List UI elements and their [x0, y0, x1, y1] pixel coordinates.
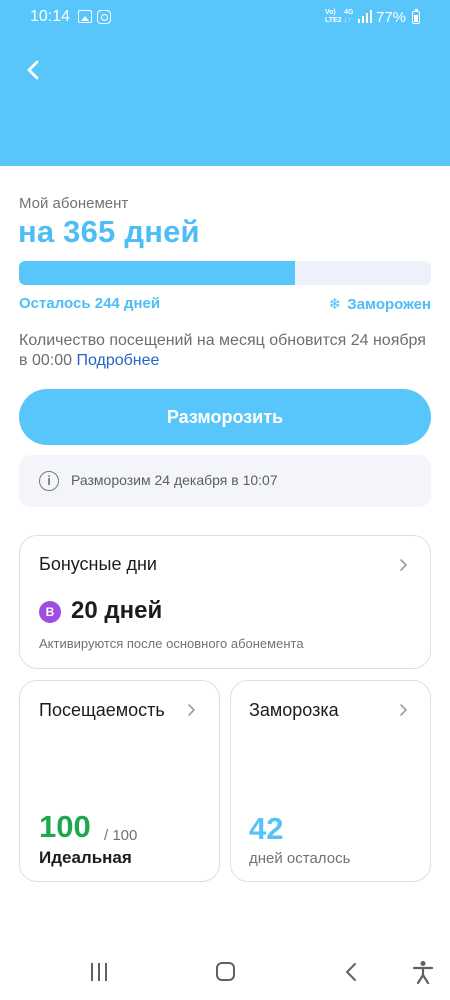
recent-apps-button[interactable]	[90, 963, 110, 981]
unfreeze-button[interactable]: Разморозить	[19, 389, 431, 445]
signal-icon	[358, 10, 372, 23]
snowflake-icon: ❄	[328, 296, 342, 313]
frozen-status: ❄ Заморожен	[329, 295, 431, 313]
accessibility-button[interactable]	[412, 960, 434, 985]
attendance-label: Идеальная	[39, 848, 132, 867]
attendance-card[interactable]: Посещаемость 100 / 100 Идеальная	[19, 680, 220, 882]
frozen-status-label: Заморожен	[347, 296, 431, 313]
chevron-left-icon	[27, 60, 39, 80]
status-time: 10:14	[30, 8, 71, 25]
battery-percent: 77%	[376, 9, 407, 26]
chevron-right-icon	[186, 703, 196, 717]
days-remaining: Осталось 244 дней	[19, 295, 161, 312]
instagram-notification-icon	[97, 10, 111, 24]
bonus-badge-icon: B	[39, 601, 61, 623]
gallery-notification-icon	[78, 10, 92, 23]
freeze-days-label: дней осталось	[249, 850, 351, 867]
attendance-title: Посещаемость	[39, 700, 165, 720]
attendance-max: / 100	[104, 827, 138, 844]
system-back-button[interactable]	[343, 962, 359, 982]
bonus-days-card[interactable]: Бонусные дни B 20 дней Активируются посл…	[19, 535, 431, 669]
unfreeze-info-box: i Разморозим 24 декабря в 10:07	[19, 455, 431, 507]
system-nav-bar	[0, 950, 450, 1000]
chevron-right-icon	[398, 703, 408, 717]
bonus-days-value: 20 дней	[71, 597, 163, 624]
header: 10:14 Vo) LTE2 4G ↓↑ 77%	[0, 0, 450, 166]
home-button[interactable]	[216, 962, 235, 981]
chevron-left-icon	[346, 963, 356, 981]
bonus-days-caption: Активируются после основного абонемента	[39, 636, 304, 651]
volte-indicator: Vo) LTE2	[325, 9, 342, 24]
subscription-progress-bar	[19, 261, 431, 285]
status-bar: 10:14 Vo) LTE2 4G ↓↑ 77%	[0, 0, 450, 34]
subscription-title: на 365 дней	[18, 214, 200, 249]
chevron-right-icon	[398, 558, 408, 572]
freeze-card[interactable]: Заморозка 42 дней осталось	[230, 680, 431, 882]
unfreeze-info-text: Разморозим 24 декабря в 10:07	[71, 472, 278, 488]
freeze-days-value: 42	[249, 811, 284, 846]
bonus-days-title: Бонусные дни	[39, 554, 157, 574]
accessibility-icon	[412, 961, 434, 985]
subscription-label: Мой абонемент	[19, 195, 129, 212]
visits-note: Количество посещений на месяц обновится …	[19, 331, 431, 371]
battery-icon	[412, 9, 420, 24]
attendance-value: 100	[39, 809, 91, 844]
details-link[interactable]: Подробнее	[76, 352, 159, 369]
info-icon: i	[39, 471, 59, 491]
subscription-progress-fill	[19, 261, 296, 285]
back-button[interactable]	[18, 55, 48, 85]
freeze-title: Заморозка	[249, 700, 339, 720]
network-4g-indicator: 4G ↓↑	[344, 9, 354, 24]
